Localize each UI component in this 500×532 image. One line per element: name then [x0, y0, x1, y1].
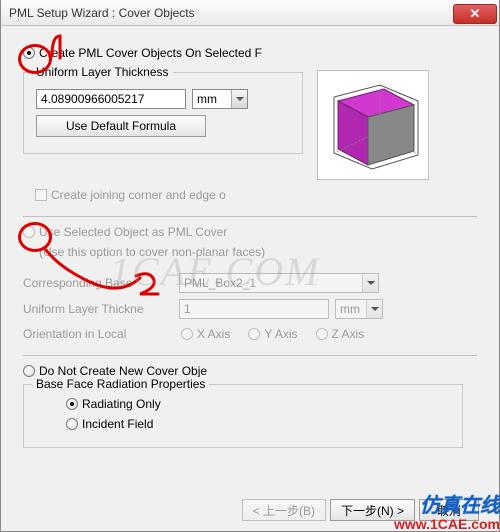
radio-icon	[23, 226, 35, 238]
close-button[interactable]: ✕	[453, 4, 497, 24]
orientation-x: X Axis	[181, 327, 230, 341]
incident-field-option[interactable]: Incident Field	[66, 417, 450, 431]
radio-icon	[23, 47, 35, 59]
titlebar: PML Setup Wizard : Cover Objects ✕	[1, 0, 499, 26]
option-use-selected-label: Use Selected Object as PML Cover	[39, 225, 227, 239]
radiating-only-label: Radiating Only	[82, 397, 161, 411]
option-use-selected-note: (Use this option to cover non-planar fac…	[39, 245, 477, 259]
thickness-input[interactable]	[36, 89, 186, 109]
dialog-body: Create PML Cover Objects On Selected F U…	[1, 26, 499, 531]
create-joining-label: Create joining corner and edge o	[51, 188, 226, 202]
back-button: < 上一步(B)	[242, 499, 326, 521]
base-face-legend: Base Face Radiation Properties	[32, 377, 209, 391]
radio-icon	[66, 398, 78, 410]
uniform-thickness-input-2	[179, 299, 329, 319]
radio-icon	[181, 328, 193, 340]
corner-banner: 仿真在线 www.1CAE.com	[394, 495, 500, 532]
radiating-only-option[interactable]: Radiating Only	[66, 397, 450, 411]
option-create-cover[interactable]: Create PML Cover Objects On Selected F	[23, 46, 477, 60]
incident-field-label: Incident Field	[82, 417, 153, 431]
use-default-formula-label: Use Default Formula	[66, 119, 176, 133]
corresponding-base-label: Corresponding Base	[23, 276, 173, 290]
chevron-down-icon	[362, 274, 378, 292]
dialog-window: PML Setup Wizard : Cover Objects ✕ Creat…	[0, 0, 500, 532]
uniform-thickness-legend: Uniform Layer Thickness	[32, 65, 173, 79]
thickness-unit-value-2: mm	[340, 302, 360, 316]
option-do-not-create[interactable]: Do Not Create New Cover Obje	[23, 364, 477, 378]
use-default-formula-button[interactable]: Use Default Formula	[36, 115, 206, 137]
orientation-x-label: X Axis	[197, 327, 230, 341]
uniform-thickness-label-2: Uniform Layer Thickne	[23, 302, 173, 316]
radio-icon	[316, 328, 328, 340]
orientation-y-label: Y Axis	[264, 327, 297, 341]
corresponding-base-value: PML_Box2_1	[184, 276, 256, 290]
thickness-unit-value: mm	[197, 92, 217, 106]
option-create-cover-label: Create PML Cover Objects On Selected F	[39, 46, 262, 60]
thickness-unit-select-2: mm	[335, 299, 383, 319]
banner-line2: www.1CAE.com	[394, 517, 500, 532]
separator	[23, 216, 477, 217]
radio-icon	[66, 418, 78, 430]
uniform-thickness-group: Uniform Layer Thickness mm Use Default F…	[23, 72, 303, 154]
chevron-down-icon	[366, 300, 382, 318]
radio-icon	[248, 328, 260, 340]
orientation-y: Y Axis	[248, 327, 297, 341]
banner-line1: 仿真在线	[394, 495, 500, 517]
back-button-label: < 上一步(B)	[253, 502, 315, 519]
cube-icon	[318, 71, 429, 180]
orientation-z: Z Axis	[316, 327, 365, 341]
section-use-selected: Use Selected Object as PML Cover (Use th…	[23, 225, 477, 341]
orientation-label: Orientation in Local	[23, 327, 163, 341]
corresponding-base-select: PML_Box2_1	[179, 273, 379, 293]
chevron-down-icon	[231, 90, 247, 108]
radio-icon	[23, 365, 35, 377]
cube-preview	[317, 70, 429, 180]
window-title: PML Setup Wizard : Cover Objects	[9, 6, 195, 20]
close-icon: ✕	[470, 7, 481, 20]
create-joining-checkbox: Create joining corner and edge o	[35, 188, 477, 202]
option-do-not-create-label: Do Not Create New Cover Obje	[39, 364, 207, 378]
thickness-unit-select[interactable]: mm	[192, 89, 248, 109]
option-use-selected[interactable]: Use Selected Object as PML Cover	[23, 225, 477, 239]
separator	[23, 355, 477, 356]
orientation-z-label: Z Axis	[332, 327, 365, 341]
base-face-group: Base Face Radiation Properties Radiating…	[23, 384, 463, 448]
checkbox-icon	[35, 189, 47, 201]
